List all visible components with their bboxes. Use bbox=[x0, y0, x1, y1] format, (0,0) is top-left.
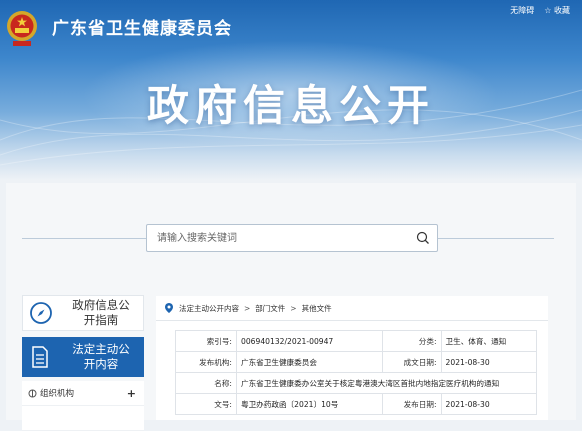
search-divider-left bbox=[22, 238, 146, 239]
publisher-value: 广东省卫生健康委员会 bbox=[236, 351, 383, 373]
created-date-value: 2021-08-30 bbox=[440, 351, 538, 373]
expand-icon[interactable]: + bbox=[127, 387, 136, 400]
doc-no-value: 粤卫办药政函〔2021〕10号 bbox=[236, 393, 383, 415]
table-row: 名称: 广东省卫生健康委办公室关于核定粤港澳大湾区首批内地指定医疗机构的通知 bbox=[175, 372, 537, 394]
breadcrumb-separator-icon: > bbox=[244, 303, 251, 313]
document-icon bbox=[32, 346, 48, 368]
national-emblem-icon bbox=[7, 11, 37, 46]
index-no-value: 006940132/2021-00947 bbox=[236, 330, 383, 352]
table-row: 文号: 粤卫办药政函〔2021〕10号 发布日期: 2021-08-30 bbox=[175, 393, 538, 415]
breadcrumb-item[interactable]: 法定主动公开内容 bbox=[179, 303, 239, 314]
publisher-label: 发布机构: bbox=[175, 351, 237, 373]
organization-icon bbox=[28, 389, 37, 397]
menu-item-label: 组织机构 bbox=[40, 389, 75, 399]
header-banner: 广东省卫生健康委员会 无障碍 ☆ 收藏 政府信息公开 bbox=[0, 0, 582, 180]
document-content: 法定主动公开内容 > 部门文件 > 其他文件 索引号: 006940132/20… bbox=[156, 296, 548, 420]
banner-title: 政府信息公开 bbox=[146, 81, 435, 130]
sidebar-item-mandatory-disclosure[interactable]: 法定主动公开内容 bbox=[22, 337, 144, 377]
document-metadata-table: 索引号: 006940132/2021-00947 分类: 卫生、体育、通知 发… bbox=[175, 330, 538, 415]
breadcrumb-separator-icon: > bbox=[290, 303, 297, 313]
breadcrumb-item[interactable]: 部门文件 bbox=[255, 303, 285, 314]
published-date-label: 发布日期: bbox=[381, 393, 442, 415]
search-icon[interactable] bbox=[415, 230, 431, 246]
table-row: 发布机构: 广东省卫生健康委员会 成文日期: 2021-08-30 bbox=[175, 351, 538, 373]
sidebar-item-label: 政府信息公开指南 bbox=[72, 298, 130, 327]
menu-item-organization[interactable]: 组织机构 + bbox=[22, 381, 144, 406]
menu-item-next[interactable] bbox=[22, 406, 144, 431]
search-divider-right bbox=[438, 238, 554, 239]
site-title[interactable]: 广东省卫生健康委员会 bbox=[52, 14, 232, 39]
index-no-label: 索引号: bbox=[175, 330, 237, 352]
sidebar-menu: 组织机构 + bbox=[22, 381, 144, 431]
breadcrumb: 法定主动公开内容 > 部门文件 > 其他文件 bbox=[156, 296, 548, 321]
table-row: 索引号: 006940132/2021-00947 分类: 卫生、体育、通知 bbox=[175, 330, 538, 352]
breadcrumb-item[interactable]: 其他文件 bbox=[302, 303, 332, 314]
main-panel: 政府信息公开指南 法定主动公开内容 组织机构 + bbox=[6, 183, 576, 431]
location-pin-icon bbox=[165, 303, 173, 313]
search-input[interactable] bbox=[147, 225, 417, 251]
created-date-label: 成文日期: bbox=[381, 351, 442, 373]
compass-icon bbox=[30, 302, 52, 324]
top-links: 无障碍 ☆ 收藏 bbox=[510, 5, 570, 16]
favorite-link[interactable]: ☆ 收藏 bbox=[544, 5, 570, 16]
published-date-value: 2021-08-30 bbox=[440, 393, 538, 415]
name-label: 名称: bbox=[175, 372, 237, 394]
accessibility-link[interactable]: 无障碍 bbox=[510, 5, 534, 16]
sidebar-item-guide[interactable]: 政府信息公开指南 bbox=[22, 295, 144, 331]
sidebar-item-label: 法定主动公开内容 bbox=[72, 342, 130, 371]
name-value: 广东省卫生健康委办公室关于核定粤港澳大湾区首批内地指定医疗机构的通知 bbox=[236, 372, 537, 394]
search-box bbox=[146, 224, 438, 252]
doc-no-label: 文号: bbox=[175, 393, 237, 415]
sidebar: 政府信息公开指南 法定主动公开内容 组织机构 + bbox=[22, 295, 144, 431]
category-label: 分类: bbox=[381, 330, 442, 352]
category-value: 卫生、体育、通知 bbox=[440, 330, 538, 352]
